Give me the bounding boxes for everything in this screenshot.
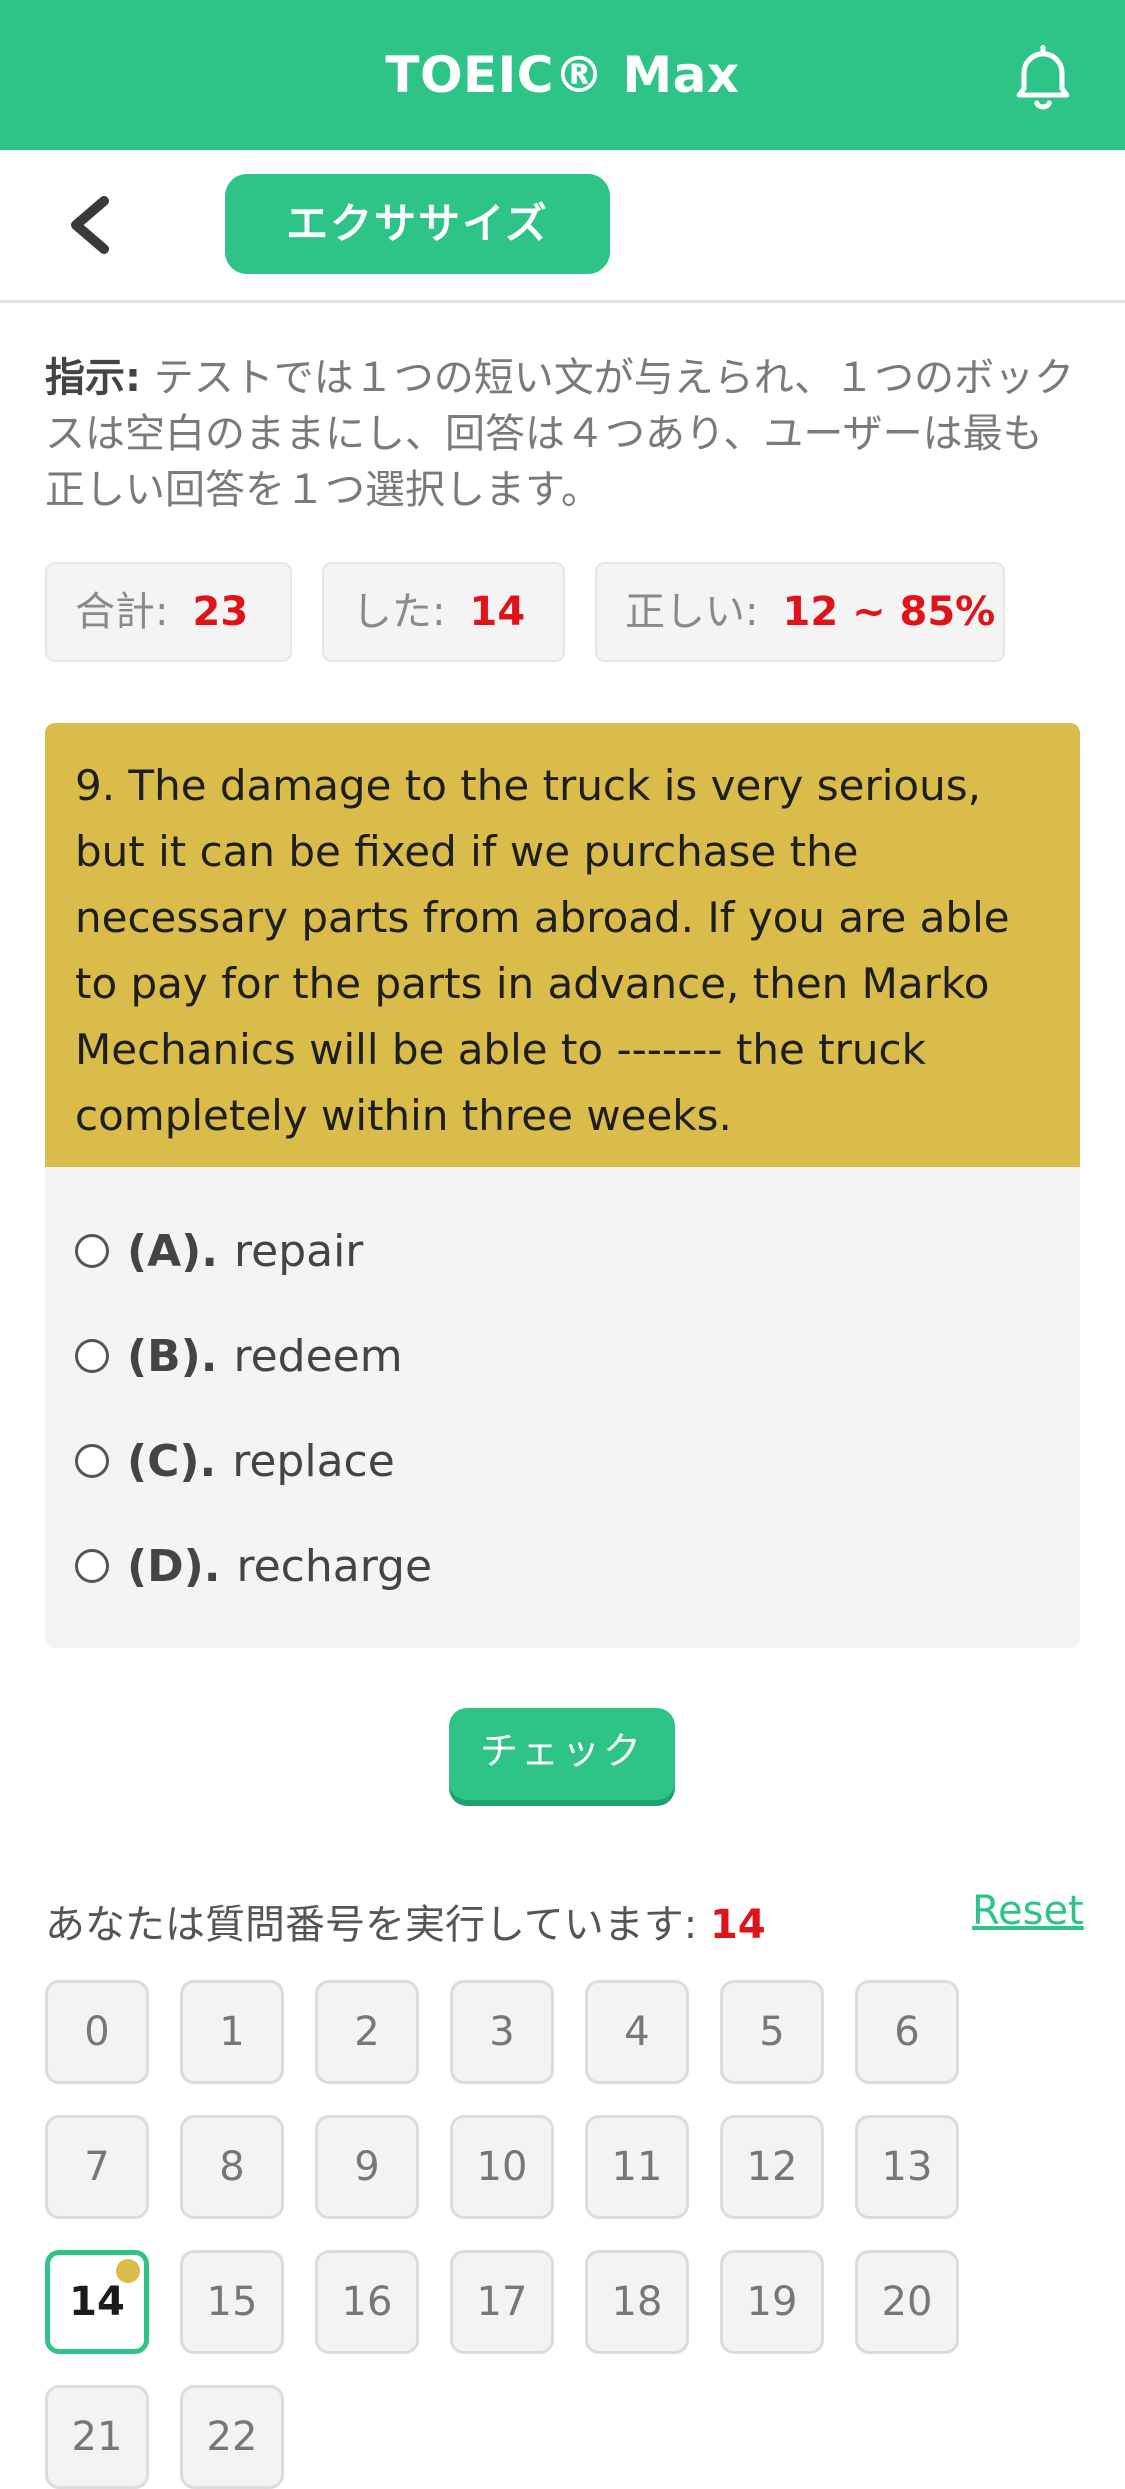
answered-indicator (116, 2259, 140, 2283)
stat-correct-label: 正しい: (625, 589, 759, 635)
question-number-button[interactable]: 20 (855, 2250, 959, 2354)
question-number-current[interactable]: 14 (45, 2250, 149, 2354)
option-text: replace (232, 1435, 395, 1487)
stat-done-label: した: (352, 589, 446, 635)
radio-button[interactable] (75, 1339, 109, 1373)
question-number-button[interactable]: 9 (315, 2115, 419, 2219)
question-number-button[interactable]: 2 (315, 1980, 419, 2084)
option-a[interactable]: (A). repair (75, 1221, 363, 1281)
question-number-button[interactable]: 8 (180, 2115, 284, 2219)
option-letter: (C). (127, 1435, 217, 1487)
question-number-button[interactable]: 5 (720, 1980, 824, 2084)
instructions: 指示: テストでは１つの短い文が与えられ、１つのボックスは空白のままにし、回答は… (45, 350, 1080, 518)
question-number-button[interactable]: 21 (45, 2385, 149, 2489)
question-number-button[interactable]: 1 (180, 1980, 284, 2084)
question-number-button[interactable]: 11 (585, 2115, 689, 2219)
question-number-button[interactable]: 10 (450, 2115, 554, 2219)
question-number-button[interactable]: 15 (180, 2250, 284, 2354)
radio-button[interactable] (75, 1234, 109, 1268)
option-letter: (A). (127, 1225, 218, 1277)
exercise-button[interactable]: エクササイズ (225, 174, 610, 274)
stat-done-value: 14 (469, 589, 526, 635)
question-number-button[interactable]: 22 (180, 2385, 284, 2489)
option-b[interactable]: (B). redeem (75, 1326, 403, 1386)
instructions-label: 指示: (45, 355, 141, 401)
question-number-button[interactable]: 0 (45, 1980, 149, 2084)
question-number-button[interactable]: 19 (720, 2250, 824, 2354)
question-number-button[interactable]: 12 (720, 2115, 824, 2219)
app-title: TOEIC® Max (385, 46, 740, 104)
question-number-button[interactable]: 7 (45, 2115, 149, 2219)
question-number-button[interactable]: 4 (585, 1980, 689, 2084)
question-text: 9. The damage to the truck is very serio… (45, 723, 1080, 1167)
stat-correct: 正しい: 12 ~ 85% (595, 562, 1005, 662)
question-card: 9. The damage to the truck is very serio… (45, 723, 1080, 1648)
app-bar: TOEIC® Max (0, 0, 1125, 150)
question-number-button[interactable]: 18 (585, 2250, 689, 2354)
sub-header: エクササイズ (0, 150, 1125, 303)
stat-total-value: 23 (192, 589, 249, 635)
question-number-button[interactable]: 16 (315, 2250, 419, 2354)
question-number-button[interactable]: 17 (450, 2250, 554, 2354)
option-letter: (D). (127, 1540, 221, 1592)
question-number-button[interactable]: 3 (450, 1980, 554, 2084)
stat-total-label: 合計: (75, 589, 169, 635)
stat-correct-value: 12 ~ 85% (782, 589, 996, 635)
instructions-text: テストでは１つの短い文が与えられ、１つのボックスは空白のままにし、回答は４つあり… (45, 355, 1075, 513)
radio-button[interactable] (75, 1444, 109, 1478)
option-text: repair (234, 1225, 364, 1277)
progress-label: あなたは質問番号を実行しています: 14 (45, 1892, 766, 1950)
option-text: redeem (233, 1330, 403, 1382)
stat-done: した: 14 (322, 562, 565, 662)
option-c[interactable]: (C). replace (75, 1431, 395, 1491)
option-text: recharge (236, 1540, 433, 1592)
chevron-left-icon[interactable] (60, 193, 120, 257)
option-d[interactable]: (D). recharge (75, 1536, 432, 1596)
bell-icon[interactable] (1005, 38, 1081, 114)
stat-total: 合計: 23 (45, 562, 292, 662)
radio-button[interactable] (75, 1549, 109, 1583)
current-question-number: 14 (710, 1902, 766, 1948)
option-letter: (B). (127, 1330, 218, 1382)
progress-text: あなたは質問番号を実行しています: (45, 1902, 710, 1948)
question-number-button[interactable]: 13 (855, 2115, 959, 2219)
check-button[interactable]: チェック (449, 1708, 675, 1800)
reset-link[interactable]: Reset (972, 1888, 1084, 1934)
question-number-button[interactable]: 6 (855, 1980, 959, 2084)
